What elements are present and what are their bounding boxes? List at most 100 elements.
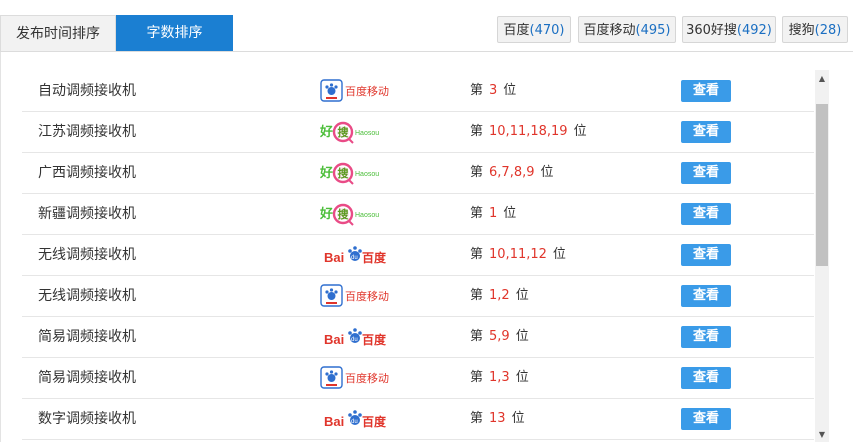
svg-text:du: du	[351, 255, 358, 261]
result-row: 简易调频接收机 Bai du 百度 第 5,9 位 查看	[22, 317, 814, 358]
rank-value: 13	[489, 411, 506, 426]
baidu-logo-icon: Bai du 百度	[320, 243, 390, 267]
rank-prefix: 第	[470, 288, 484, 303]
engine-name: 搜狗	[788, 23, 815, 38]
svg-text:搜: 搜	[338, 166, 350, 180]
rank-text: 第1位	[470, 194, 516, 234]
rank-value: 10,11,18,19	[489, 124, 568, 139]
view-button[interactable]: 查看	[681, 244, 731, 266]
svg-text:du: du	[351, 419, 358, 425]
view-button[interactable]: 查看	[681, 408, 731, 430]
rank-prefix: 第	[470, 247, 484, 262]
svg-text:Haosou: Haosou	[355, 171, 379, 178]
rank-text: 第 1,3 位	[470, 358, 529, 398]
keyword-text: 新疆调频接收机	[38, 206, 136, 222]
rank-suffix: 位	[503, 83, 517, 98]
svg-text:搜: 搜	[338, 207, 350, 221]
scroll-up-arrow-icon[interactable]: ▲	[815, 72, 829, 86]
view-button[interactable]: 查看	[681, 367, 731, 389]
rank-value: 3	[489, 83, 498, 98]
svg-text:Haosou: Haosou	[355, 212, 379, 219]
result-row: 无线调频接收机 Bai du 百度 第 10,11,12 位 查看	[22, 235, 814, 276]
rank-text: 第 6,7,8,9 位	[470, 153, 554, 193]
haosou-logo-icon: 好搜 Haosou	[319, 161, 390, 185]
tab-publish-time-sort[interactable]: 发布时间排序	[0, 15, 116, 51]
engine-count: (28)	[814, 23, 842, 38]
svg-text:百度移动: 百度移动	[345, 289, 389, 303]
view-button[interactable]: 查看	[681, 121, 731, 143]
svg-text:百度移动: 百度移动	[345, 84, 389, 98]
result-row: 广西调频接收机 好搜 Haosou 第 6,7,8,9 位 查看	[22, 153, 814, 194]
svg-text:百度: 百度	[362, 414, 387, 429]
rank-suffix: 位	[515, 288, 529, 303]
baidu-mobile-logo-icon: 百度移动	[320, 284, 390, 308]
baidu-logo-icon: Bai du 百度	[320, 407, 390, 431]
view-button[interactable]: 查看	[681, 326, 731, 348]
rank-text: 第 5,9 位	[470, 317, 529, 357]
rank-prefix: 第	[470, 329, 484, 344]
engine-filter-baidu-mobile[interactable]: 百度移动(495)	[578, 16, 676, 43]
rank-prefix: 第	[470, 206, 484, 221]
keyword-text: 广西调频接收机	[38, 165, 136, 181]
engine-count: (495)	[635, 23, 671, 38]
view-button[interactable]: 查看	[681, 203, 731, 225]
engine-filter-sogou[interactable]: 搜狗(28)	[782, 16, 848, 43]
haosou-logo-icon: 好搜 Haosou	[319, 120, 390, 144]
rank-value: 6,7,8,9	[489, 165, 535, 180]
svg-text:Haosou: Haosou	[355, 130, 379, 137]
svg-text:百度移动: 百度移动	[345, 371, 389, 385]
rank-prefix: 第	[470, 411, 484, 426]
result-row: 自动调频接收机 百度移动 第 3 位 查看	[22, 71, 814, 112]
rank-value: 10,11,12	[489, 247, 547, 262]
scroll-down-arrow-icon[interactable]: ▼	[815, 428, 829, 442]
rank-prefix: 第	[470, 370, 484, 385]
rank-value: 1,3	[489, 370, 510, 385]
engine-count: (492)	[736, 23, 772, 38]
svg-text:好: 好	[320, 206, 333, 221]
rank-value: 1	[489, 206, 498, 221]
scrollbar-thumb[interactable]	[816, 104, 828, 266]
svg-text:好: 好	[320, 124, 333, 139]
engine-name: 百度	[503, 23, 530, 38]
svg-text:Bai: Bai	[324, 250, 344, 265]
result-row: 数字调频接收机 Bai du 百度 第 13 位 查看	[22, 399, 814, 440]
engine-filter-baidu[interactable]: 百度(470)	[497, 16, 571, 43]
result-row: 无线调频接收机 百度移动 第 1,2 位 查看	[22, 276, 814, 317]
rank-prefix: 第	[470, 124, 484, 139]
svg-text:Bai: Bai	[324, 414, 344, 429]
rank-text: 第3位	[470, 71, 516, 111]
rank-value: 1,2	[489, 288, 510, 303]
view-button[interactable]: 查看	[681, 285, 731, 307]
haosou-logo-icon: 好搜 Haosou	[319, 202, 390, 226]
keyword-text: 江苏调频接收机	[38, 124, 136, 140]
baidu-logo-icon: Bai du 百度	[320, 325, 390, 349]
engine-name: 百度移动	[583, 23, 636, 38]
rank-text: 第 13 位	[470, 399, 525, 439]
engine-count: (470)	[529, 23, 565, 38]
keyword-text: 数字调频接收机	[38, 411, 136, 427]
tab-word-count-sort[interactable]: 字数排序	[116, 15, 233, 51]
rank-suffix: 位	[515, 329, 529, 344]
rank-text: 第 10,11,12 位	[470, 235, 566, 275]
top-bar: 发布时间排序 字数排序 百度(470) 百度移动(495) 360好搜(492)…	[0, 0, 853, 52]
rank-text: 第 10,11,18,19 位	[470, 112, 587, 152]
rank-prefix: 第	[470, 83, 484, 98]
svg-text:百度: 百度	[362, 250, 387, 265]
rank-text: 第 1,2 位	[470, 276, 529, 316]
result-row: 简易调频接收机 百度移动 第 1,3 位 查看	[22, 358, 814, 399]
engine-filter-360-haosou[interactable]: 360好搜(492)	[682, 16, 776, 43]
keyword-text: 简易调频接收机	[38, 329, 136, 345]
svg-text:好: 好	[320, 165, 333, 180]
baidu-mobile-logo-icon: 百度移动	[320, 79, 390, 103]
svg-text:du: du	[351, 337, 358, 343]
engine-name: 360好搜	[686, 23, 737, 38]
view-button[interactable]: 查看	[681, 80, 731, 102]
svg-text:Bai: Bai	[324, 332, 344, 347]
view-button[interactable]: 查看	[681, 162, 731, 184]
baidu-mobile-logo-icon: 百度移动	[320, 366, 390, 390]
rank-suffix: 位	[540, 165, 554, 180]
keyword-text: 无线调频接收机	[38, 247, 136, 263]
keyword-text: 自动调频接收机	[38, 83, 136, 99]
svg-text:百度: 百度	[362, 332, 387, 347]
keyword-text: 简易调频接收机	[38, 370, 136, 386]
